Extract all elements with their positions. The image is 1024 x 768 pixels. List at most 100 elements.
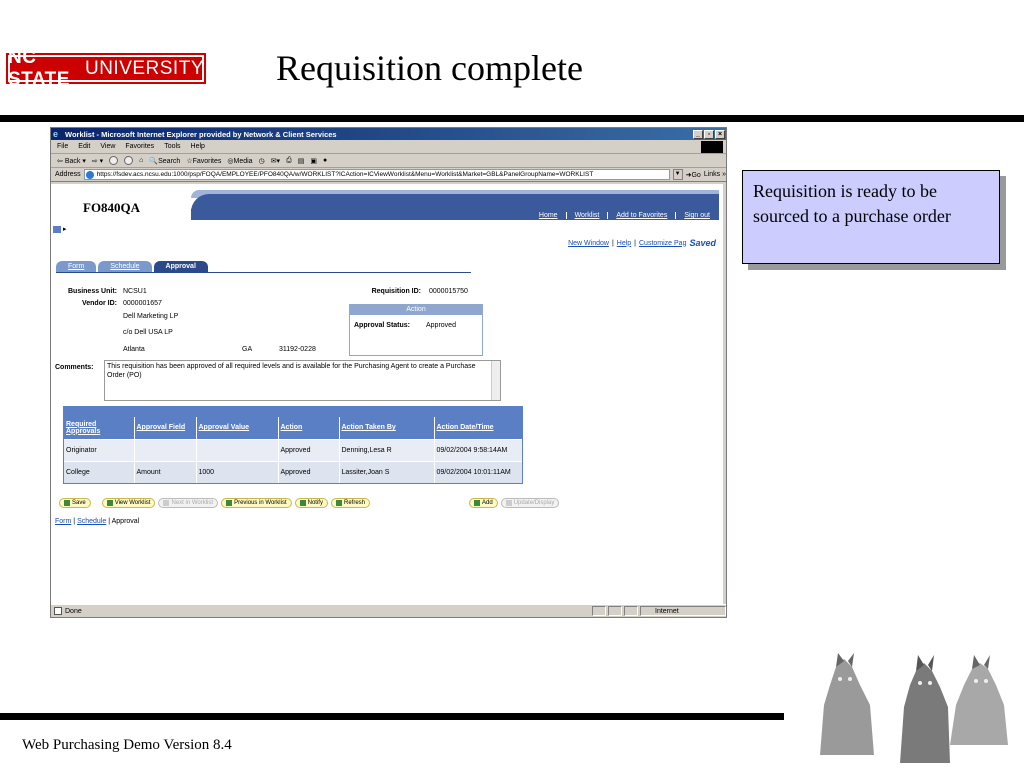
header-nav: Home Worklist Add to Favorites Sign out — [531, 212, 718, 219]
window-titlebar: e Worklist - Microsoft Internet Explorer… — [51, 128, 726, 140]
view-worklist-button[interactable]: View Worklist — [101, 498, 156, 508]
page-globe-icon — [85, 171, 94, 179]
notify-icon — [299, 500, 306, 506]
cell-approval-field — [133, 438, 196, 461]
tab-approval[interactable]: Approval — [153, 261, 208, 272]
table-row: Originator Approved Denning,Lesa R 09/02… — [64, 438, 522, 461]
add-button[interactable]: Add — [469, 498, 498, 508]
close-icon[interactable]: × — [715, 129, 725, 139]
refresh-icon[interactable] — [124, 156, 134, 165]
cell-approval-value — [195, 438, 278, 461]
comments-scrollbar[interactable] — [491, 361, 500, 400]
nav-add-to-favorites[interactable]: Add to Favorites — [607, 212, 675, 219]
cell-required-approval: College — [64, 460, 134, 483]
comments-textarea[interactable]: This requisition has been approved of al… — [104, 360, 501, 401]
bottom-link-schedule[interactable]: Schedule — [77, 518, 106, 525]
bottom-divider — [0, 713, 784, 720]
previous-icon — [226, 500, 233, 506]
address-input[interactable]: https://fsdev.acs.ncsu.edu:1000/psp/FOQA… — [83, 169, 670, 180]
cell-action: Approved — [277, 460, 339, 483]
home-icon[interactable]: ⌂ — [139, 157, 143, 164]
menu-bar: File Edit View Favorites Tools Help — [51, 140, 726, 154]
action-panel-header: Action — [350, 305, 482, 315]
add-icon — [474, 500, 480, 506]
menu-edit[interactable]: Edit — [78, 143, 90, 150]
menu-arrow-icon[interactable]: ▸ — [63, 225, 67, 233]
col-required-approvals[interactable]: Required Approvals — [64, 417, 134, 439]
tab-underline — [56, 272, 471, 273]
business-unit-label: Business Unit: — [67, 288, 117, 295]
top-divider — [0, 115, 1024, 122]
messenger-icon[interactable]: ● — [323, 157, 327, 164]
refresh-icon — [335, 500, 342, 506]
menu-favorites[interactable]: Favorites — [125, 143, 154, 150]
status-cell — [592, 606, 606, 616]
nav-worklist[interactable]: Worklist — [565, 212, 608, 219]
col-approval-value[interactable]: Approval Value — [195, 417, 278, 439]
history-icon[interactable]: ◷ — [259, 157, 265, 165]
favorites-button[interactable]: ☆Favorites — [186, 157, 221, 165]
back-button[interactable]: ⇦ Back ▾ — [57, 157, 86, 165]
menu-toggle-icon[interactable] — [53, 226, 61, 233]
refresh-button[interactable]: Refresh — [330, 498, 370, 508]
tab-form[interactable]: Form — [56, 261, 97, 272]
cell-approval-value: 1000 — [195, 460, 278, 483]
bottom-link-form[interactable]: Form — [55, 518, 71, 525]
cell-action-date-time: 09/02/2004 9:58:14AM — [433, 438, 522, 461]
maximize-icon[interactable]: ▫ — [704, 129, 714, 139]
windows-logo-icon — [701, 140, 723, 153]
vendor-city: Atlanta — [123, 346, 145, 353]
cell-action: Approved — [277, 438, 339, 461]
requisition-id-label: Requisition ID: — [371, 288, 421, 295]
page-links: New Window | Help | Customize Pag Saved — [568, 238, 716, 248]
mail-icon[interactable]: ✉▾ — [271, 157, 280, 165]
menu-file[interactable]: File — [57, 143, 68, 150]
go-button[interactable]: ➜Go — [686, 171, 701, 179]
col-approval-field[interactable]: Approval Field — [133, 417, 196, 439]
cell-required-approval: Originator — [64, 438, 134, 461]
media-button[interactable]: ◎Media — [227, 157, 252, 165]
menu-tools[interactable]: Tools — [164, 143, 180, 150]
search-button[interactable]: 🔍Search — [149, 157, 180, 165]
address-dropdown-icon[interactable]: ▼ — [672, 169, 683, 180]
action-panel: Action Approval Status: Approved — [349, 304, 483, 356]
links-button[interactable]: Links » — [704, 171, 726, 178]
status-text: Done — [65, 607, 82, 615]
notify-button[interactable]: Notify — [294, 498, 328, 508]
forward-button[interactable]: ⇨ ▾ — [92, 157, 103, 165]
col-action-date-time[interactable]: Action Date/Time — [433, 417, 522, 439]
cell-approval-field: Amount — [133, 460, 196, 483]
wolves-illustration — [820, 653, 1008, 763]
vendor-id-value: 0000001657 — [123, 300, 162, 307]
table-row: College Amount 1000 Approved Lassiter,Jo… — [64, 460, 522, 483]
update-display-button[interactable]: Update/Display — [500, 498, 560, 508]
menu-view[interactable]: View — [100, 143, 115, 150]
help-link[interactable]: Help — [617, 240, 631, 247]
address-bar: Address https://fsdev.acs.ncsu.edu:1000/… — [51, 168, 726, 182]
next-in-worklist-button[interactable]: Next in Worklist — [158, 498, 219, 508]
page-scrollbar[interactable] — [723, 184, 726, 604]
cell-action-taken-by: Lassiter,Joan S — [338, 460, 434, 483]
vendor-address: c/o Dell USA LP — [123, 329, 173, 336]
nav-sign-out[interactable]: Sign out — [675, 212, 718, 219]
security-zone: Internet — [640, 606, 726, 616]
discuss-icon[interactable]: ▣ — [310, 157, 317, 165]
col-action-taken-by[interactable]: Action Taken By — [338, 417, 434, 439]
minimize-icon[interactable]: _ — [693, 129, 703, 139]
tab-schedule[interactable]: Schedule — [98, 261, 152, 272]
address-label: Address — [55, 171, 81, 178]
vendor-state: GA — [242, 346, 253, 353]
customize-page-link[interactable]: Customize Pag — [639, 240, 686, 247]
previous-in-worklist-button[interactable]: Previous in Worklist — [221, 498, 292, 508]
edit-icon[interactable]: ▤ — [298, 157, 305, 165]
print-icon[interactable]: ⎙ — [286, 157, 292, 165]
lock-icon — [624, 606, 638, 616]
save-button[interactable]: Save — [59, 498, 91, 508]
menu-help[interactable]: Help — [191, 143, 205, 150]
nav-home[interactable]: Home — [531, 212, 566, 219]
new-window-link[interactable]: New Window — [568, 240, 609, 247]
col-action[interactable]: Action — [277, 417, 339, 439]
requisition-id-value: 0000015750 — [429, 288, 468, 295]
stop-icon[interactable] — [109, 156, 119, 165]
ie-icon: e — [53, 128, 59, 139]
